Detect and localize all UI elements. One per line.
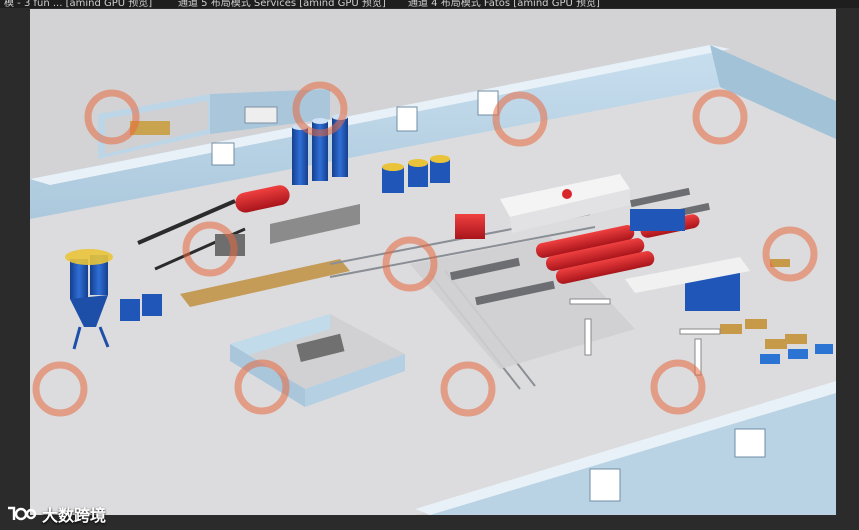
factory-render	[30, 9, 836, 515]
window-tab-bar: 模 - 3 fun ... [amind GPU 预览] 通道 5 布局模式 S…	[0, 0, 859, 8]
credit-watermark: 大数跨境	[6, 502, 106, 526]
tab-2[interactable]: 通道 5 布局模式 Services [amind GPU 预览]	[178, 0, 386, 8]
render-viewport	[30, 9, 836, 515]
tab-1[interactable]: 模 - 3 fun ... [amind GPU 预览]	[4, 0, 152, 8]
tab-3[interactable]: 通道 4 布局模式 Fatos [amind GPU 预览]	[408, 0, 600, 8]
credit-text: 大数跨境	[42, 506, 107, 525]
brand-logo-icon	[8, 506, 36, 521]
